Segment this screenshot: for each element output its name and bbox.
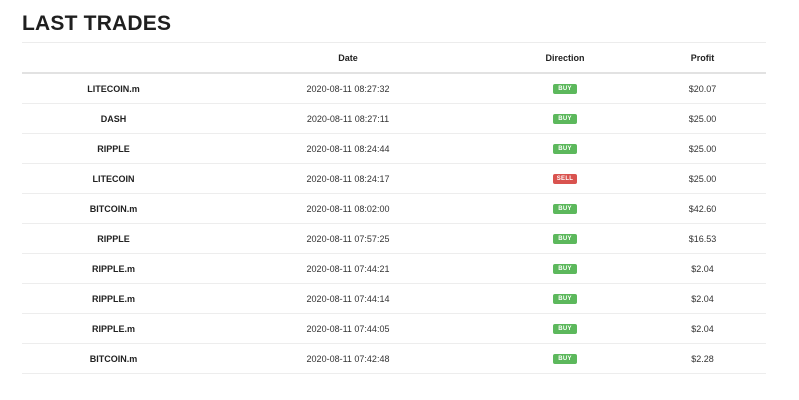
trade-profit: $25.00 [639,133,766,164]
trade-date: 2020-08-11 07:44:14 [205,283,491,314]
direction-badge: BUY [553,323,577,334]
table-row: RIPPLE.m 2020-08-11 07:44:21 BUY $2.04 [22,253,766,284]
direction-badge: BUY [553,353,577,364]
trade-date: 2020-08-11 07:42:48 [205,343,491,374]
trade-profit: $2.04 [639,313,766,344]
direction-badge: BUY [553,293,577,304]
direction-badge: BUY [553,143,577,154]
trade-profit: $25.00 [639,103,766,134]
trades-table: Date Direction Profit LITECOIN.m 2020-08… [22,42,766,374]
direction-badge: BUY [553,263,577,274]
trade-date: 2020-08-11 08:24:44 [205,133,491,164]
table-row: BITCOIN.m 2020-08-11 07:42:48 BUY $2.28 [22,343,766,374]
column-header-date: Date [205,42,491,74]
page-title: LAST TRADES [22,12,172,35]
table-row: RIPPLE.m 2020-08-11 07:44:05 BUY $2.04 [22,313,766,344]
trade-symbol: DASH [22,103,205,134]
trade-date: 2020-08-11 08:27:32 [205,73,491,104]
table-row: BITCOIN.m 2020-08-11 08:02:00 BUY $42.60 [22,193,766,224]
trade-date: 2020-08-11 08:27:11 [205,103,491,134]
trade-symbol: LITECOIN.m [22,73,205,104]
trade-profit: $16.53 [639,223,766,254]
trades-table-body: LITECOIN.m 2020-08-11 08:27:32 BUY $20.0… [22,73,766,374]
trade-symbol: RIPPLE [22,133,205,164]
column-header-symbol [22,42,205,74]
trade-direction-cell: BUY [491,253,639,284]
table-row: LITECOIN 2020-08-11 08:24:17 SELL $25.00 [22,163,766,194]
column-header-profit: Profit [639,42,766,74]
trade-date: 2020-08-11 08:02:00 [205,193,491,224]
trade-symbol: RIPPLE.m [22,313,205,344]
trade-direction-cell: BUY [491,193,639,224]
trade-direction-cell: BUY [491,223,639,254]
table-row: RIPPLE 2020-08-11 07:57:25 BUY $16.53 [22,223,766,254]
direction-badge: BUY [553,233,577,244]
direction-badge: BUY [553,83,577,94]
trade-symbol: RIPPLE.m [22,283,205,314]
table-header-row: Date Direction Profit [22,42,766,74]
trade-symbol: BITCOIN.m [22,343,205,374]
trade-symbol: RIPPLE.m [22,253,205,284]
trade-symbol: RIPPLE [22,223,205,254]
trade-profit: $2.04 [639,283,766,314]
last-trades-page: LAST TRADES Date Direction Profit LITECO… [0,0,799,400]
trade-profit: $2.04 [639,253,766,284]
trade-date: 2020-08-11 07:57:25 [205,223,491,254]
trade-direction-cell: BUY [491,103,639,134]
trade-date: 2020-08-11 08:24:17 [205,163,491,194]
trade-symbol: LITECOIN [22,163,205,194]
table-row: DASH 2020-08-11 08:27:11 BUY $25.00 [22,103,766,134]
trade-direction-cell: BUY [491,133,639,164]
trade-direction-cell: BUY [491,313,639,344]
table-row: LITECOIN.m 2020-08-11 08:27:32 BUY $20.0… [22,73,766,104]
column-header-direction: Direction [491,42,639,74]
table-row: RIPPLE 2020-08-11 08:24:44 BUY $25.00 [22,133,766,164]
table-row: RIPPLE.m 2020-08-11 07:44:14 BUY $2.04 [22,283,766,314]
direction-badge: BUY [553,113,577,124]
trade-date: 2020-08-11 07:44:21 [205,253,491,284]
trade-direction-cell: BUY [491,73,639,104]
trade-date: 2020-08-11 07:44:05 [205,313,491,344]
trade-direction-cell: BUY [491,283,639,314]
trade-profit: $25.00 [639,163,766,194]
direction-badge: BUY [553,203,577,214]
trade-profit: $2.28 [639,343,766,374]
trade-profit: $20.07 [639,73,766,104]
trade-symbol: BITCOIN.m [22,193,205,224]
trade-direction-cell: BUY [491,343,639,374]
direction-badge: SELL [553,173,577,184]
trade-direction-cell: SELL [491,163,639,194]
trade-profit: $42.60 [639,193,766,224]
